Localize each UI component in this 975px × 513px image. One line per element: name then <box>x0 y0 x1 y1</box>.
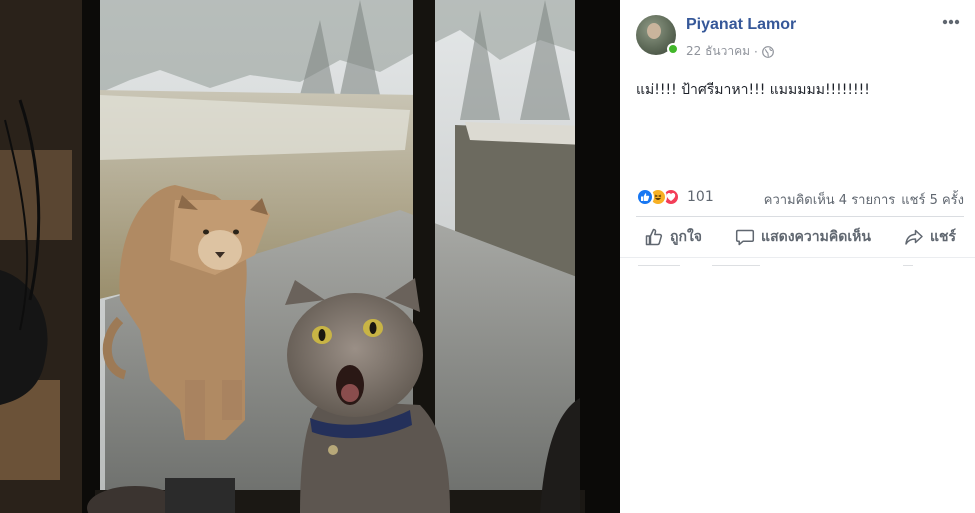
post-date-link[interactable]: 22 ธันวาคม <box>686 42 750 61</box>
post-photo[interactable] <box>0 0 620 513</box>
more-options-button[interactable] <box>938 12 964 32</box>
reactions-summary[interactable]: 101 <box>636 188 714 206</box>
comment-bubble-icon <box>735 229 755 246</box>
share-button-label: แชร์ <box>929 229 956 245</box>
comments-count-link[interactable]: ความคิดเห็น 4 รายการ <box>764 189 896 210</box>
share-arrow-icon <box>905 229 923 245</box>
meta-separator: · <box>754 44 758 59</box>
post-actions-bar: ถูกใจ แสดงความคิดเห็น แชร์ <box>636 217 964 257</box>
photo-viewer[interactable] <box>0 0 620 513</box>
like-reaction-icon <box>636 188 654 206</box>
shares-count-link[interactable]: แชร์ 5 ครั้ง <box>901 189 964 210</box>
comment-button-label: แสดงความคิดเห็น <box>761 229 871 245</box>
online-status-indicator <box>667 43 679 55</box>
comment-share-counts: ความคิดเห็น 4 รายการ แชร์ 5 ครั้ง <box>764 189 964 210</box>
share-button[interactable]: แชร์ <box>896 226 964 248</box>
reaction-count: 101 <box>687 189 714 205</box>
like-button-label: ถูกใจ <box>670 229 702 245</box>
author-name-link[interactable]: Piyanat Lamor <box>686 16 796 34</box>
engagement-stats: 101 ความคิดเห็น 4 รายการ แชร์ 5 ครั้ง <box>636 187 964 209</box>
comment-area-divider <box>903 265 913 266</box>
post-message: แม่!!!! ป้าศรีมาหา!!! แมมมมม!!!!!!!! <box>636 82 870 98</box>
actions-bottom-border <box>620 257 975 258</box>
comment-button[interactable]: แสดงความคิดเห็น <box>727 226 879 248</box>
thumbs-up-icon <box>645 228 663 246</box>
comment-area-divider <box>638 265 680 266</box>
comment-area-divider <box>712 265 760 266</box>
globe-icon[interactable] <box>761 45 774 58</box>
more-dots-icon <box>942 19 960 25</box>
post-meta: 22 ธันวาคม · <box>686 42 774 61</box>
post-side-panel: Piyanat Lamor 22 ธันวาคม · แม่!!!! ป้าศร… <box>620 0 975 513</box>
like-button[interactable]: ถูกใจ <box>636 226 710 248</box>
